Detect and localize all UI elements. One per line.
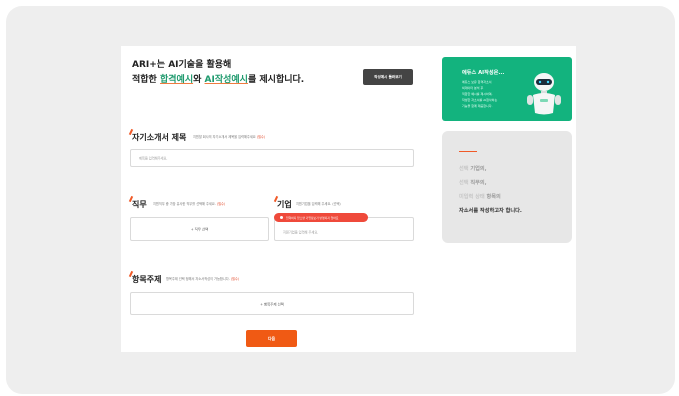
view-examples-button[interactable]: 작성예시 둘러보기 xyxy=(363,69,413,85)
robot-icon xyxy=(527,73,561,115)
summary-company-line: 선택 기업의, xyxy=(459,165,487,172)
summary-text: 기업의, xyxy=(470,166,487,172)
topic-title: 항목주제 xyxy=(132,275,162,284)
ai-info-title: 에듀스 AI작성은... xyxy=(462,70,505,76)
company-notice-badge: 입력하지 않으면 기업정보가 반영되지 않아요 xyxy=(274,213,368,222)
topic-select-label: + 항목주제 선택 xyxy=(260,302,284,306)
summary-placeholder: 선택 xyxy=(459,166,469,172)
self-intro-title-input[interactable]: 제목을 입력해주세요. xyxy=(130,149,414,167)
notice-text: 입력하지 않으면 기업정보가 반영되지 않아요 xyxy=(286,215,339,220)
ai-info-line: 작성한 자소서를 AI첨삭하는 xyxy=(462,98,498,102)
required-mark: (필수) xyxy=(230,277,240,281)
topic-hint: 항목주제 선택 정해서 자소서작성이 가능합니다. (필수) xyxy=(166,276,239,281)
ai-info-line: 적합한 예시를 제시하며, xyxy=(462,92,493,96)
ai-info-line: 기능을 함께 제공합니다. xyxy=(462,104,493,108)
summary-text: 직무의, xyxy=(470,180,487,186)
selection-summary-card: 선택 기업의, 선택 직무의, 미입력 상태 항목의 자소서를 작성하고자 합니… xyxy=(442,131,572,243)
self-intro-hint: 지원할 회사의 자기소개서 제목을 입력해주세요 (필수) xyxy=(193,134,265,139)
summary-placeholder: 미입력 상태 xyxy=(459,194,485,200)
job-hint: 지원직무 중 가장 유사한 직무를 선택해 주세요. (필수) xyxy=(153,201,225,206)
required-mark: (필수) xyxy=(216,202,226,206)
hero-text: 를 제시합니다. xyxy=(247,75,305,85)
summary-job-line: 선택 직무의, xyxy=(459,179,487,186)
topic-select-button[interactable]: + 항목주제 선택 xyxy=(130,292,414,315)
company-title: 기업 xyxy=(277,200,292,209)
ai-info-line: 에듀스 보유 합격자소서 xyxy=(462,80,492,84)
self-intro-title: 자기소개서 제목 xyxy=(132,133,187,142)
ai-info-line: 빅데이터 분석 후 xyxy=(462,86,484,90)
ai-info-card: 에듀스 AI작성은... 에듀스 보유 합격자소서 빅데이터 분석 후 적합한 … xyxy=(442,57,572,121)
hero-text: 적합한 xyxy=(132,75,160,85)
summary-topic-line: 미입력 상태 항목의 xyxy=(459,193,501,200)
hero-highlight-pass-example: 합격예시 xyxy=(159,75,194,85)
hero-title-line1: ARI+는 AI기술을 활용해 xyxy=(132,60,232,70)
summary-text: 항목의 xyxy=(486,194,501,200)
hint-text: 지원기업을 입력해 주세요. xyxy=(296,202,332,206)
input-placeholder: 지원기업을 입력해 주세요. xyxy=(283,230,319,235)
summary-placeholder: 선택 xyxy=(459,180,469,186)
job-title: 직무 xyxy=(132,200,147,209)
job-select-label: + 직무 선택 xyxy=(190,227,209,232)
company-hint: 지원기업을 입력해 주세요. (선택) xyxy=(296,201,341,206)
hint-text: 지원할 회사의 자기소개서 제목을 입력해주세요 xyxy=(193,135,256,139)
accent-divider xyxy=(459,151,477,152)
required-mark: (필수) xyxy=(256,135,266,139)
hero-text: 와 xyxy=(193,75,205,85)
hero-title-line2: 적합한 합격예시와 AI작성예시를 제시합니다. xyxy=(132,72,304,85)
optional-mark: (선택) xyxy=(332,202,341,206)
input-placeholder: 제목을 입력해주세요. xyxy=(139,156,168,161)
hint-text: 항목주제 선택 정해서 자소서작성이 가능합니다. xyxy=(166,277,230,281)
next-button[interactable]: 다음 xyxy=(246,330,297,347)
info-icon xyxy=(280,216,283,219)
summary-goal-line: 자소서를 작성하고자 합니다. xyxy=(459,207,522,214)
job-select-button[interactable]: + 직무 선택 xyxy=(130,217,269,241)
hero-highlight-ai-example: AI작성예시 xyxy=(204,75,248,85)
summary-text: 자소서를 작성하고자 합니다. xyxy=(459,208,522,214)
hint-text: 지원직무 중 가장 유사한 직무를 선택해 주세요. xyxy=(153,202,216,206)
